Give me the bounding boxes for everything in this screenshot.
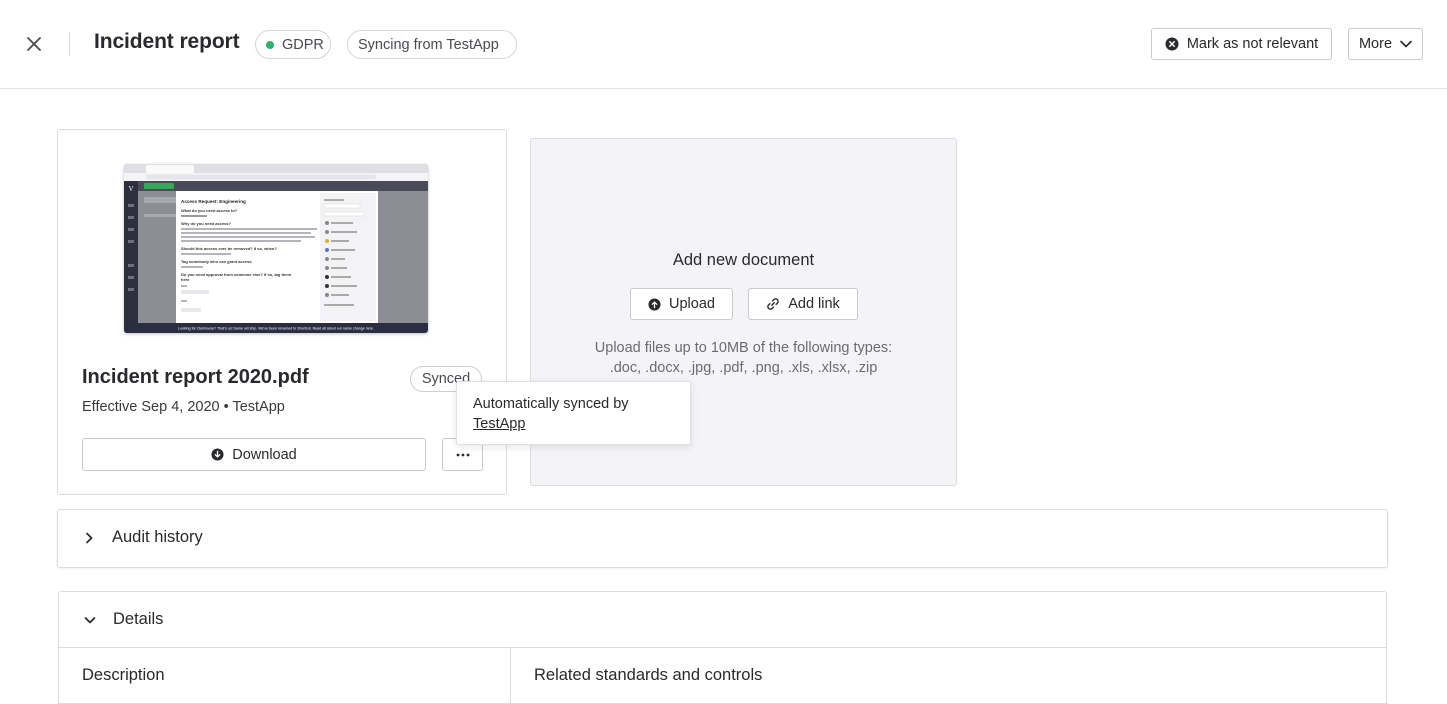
tooltip-text: Automatically synced by	[473, 396, 629, 412]
chevron-down-icon	[83, 613, 97, 627]
download-icon	[211, 448, 224, 461]
svg-text:Why do you need access?: Why do you need access?	[181, 221, 232, 226]
details-title: Details	[113, 610, 164, 628]
document-card: V Access Request: Engineering What do yo…	[57, 129, 507, 495]
chevron-down-icon	[1400, 40, 1412, 48]
page-title: Incident report	[94, 30, 240, 53]
download-label: Download	[232, 446, 297, 463]
upload-label: Upload	[669, 296, 715, 312]
download-button[interactable]: Download	[82, 438, 426, 471]
description-column: Description	[59, 648, 511, 704]
circle-x-icon	[1165, 37, 1179, 51]
upload-icon	[648, 297, 661, 311]
svg-text:Looking for Clubhouse? That's: Looking for Clubhouse? That's us! Same o…	[178, 327, 374, 331]
more-button[interactable]: More	[1348, 28, 1423, 60]
mark-not-relevant-label: Mark as not relevant	[1186, 36, 1319, 52]
close-button[interactable]	[22, 32, 46, 56]
details-section: Details Description Related standards an…	[58, 591, 1388, 704]
add-link-label: Add link	[788, 296, 840, 312]
mark-not-relevant-button[interactable]: Mark as not relevant	[1151, 28, 1332, 60]
svg-text:Should this access ever be rem: Should this access ever be removed? If s…	[181, 246, 277, 251]
audit-history-section[interactable]: Audit history	[57, 509, 1388, 568]
document-thumbnail[interactable]: V Access Request: Engineering What do yo…	[124, 164, 428, 333]
more-label: More	[1358, 36, 1393, 52]
tooltip-link[interactable]: TestApp	[473, 416, 525, 432]
audit-history-title: Audit history	[112, 528, 203, 546]
upload-button[interactable]: Upload	[630, 288, 733, 320]
upload-help-line-1: Upload files up to 10MB of the following…	[594, 340, 893, 356]
close-icon	[27, 37, 41, 51]
add-document-title: Add new document	[672, 251, 815, 269]
audit-history-header: Audit history	[82, 528, 203, 547]
sync-tooltip: Automatically synced by TestApp	[456, 381, 691, 445]
svg-text:Access Request: Engineering: Access Request: Engineering	[181, 199, 246, 204]
svg-text:Tag somebody who can grant acc: Tag somebody who can grant access	[181, 259, 252, 264]
document-name: Incident report 2020.pdf	[82, 366, 309, 388]
add-link-button[interactable]: Add link	[748, 288, 858, 320]
details-heading: Details	[83, 610, 163, 629]
svg-text:What do you need access to?: What do you need access to?	[181, 208, 238, 213]
ellipsis-icon	[456, 453, 469, 456]
status-dot-icon	[266, 40, 274, 49]
page-header: Incident report GDPR Syncing from TestAp…	[0, 0, 1447, 89]
details-header[interactable]: Details	[59, 592, 1386, 648]
upload-help-line-2: .doc, .docx, .jpg, .pdf, .png, .xls, .xl…	[609, 360, 878, 376]
gdpr-badge: GDPR	[255, 30, 331, 59]
link-icon	[766, 297, 780, 311]
document-meta: Effective Sep 4, 2020 • TestApp	[82, 399, 285, 415]
svg-text:Do you need approval from some: Do you need approval from someone else? …	[181, 272, 291, 277]
svg-text:V: V	[128, 185, 133, 193]
description-label: Description	[82, 666, 165, 684]
related-controls-column: Related standards and controls	[511, 648, 1388, 704]
related-controls-label: Related standards and controls	[534, 666, 763, 684]
upload-help: Upload files up to 10MB of the following…	[531, 338, 956, 378]
chevron-right-icon	[82, 531, 96, 545]
sync-badge: Syncing from TestApp	[347, 30, 517, 59]
header-divider	[69, 32, 70, 56]
svg-text:here: here	[181, 277, 190, 282]
gdpr-badge-label: GDPR	[282, 36, 324, 53]
